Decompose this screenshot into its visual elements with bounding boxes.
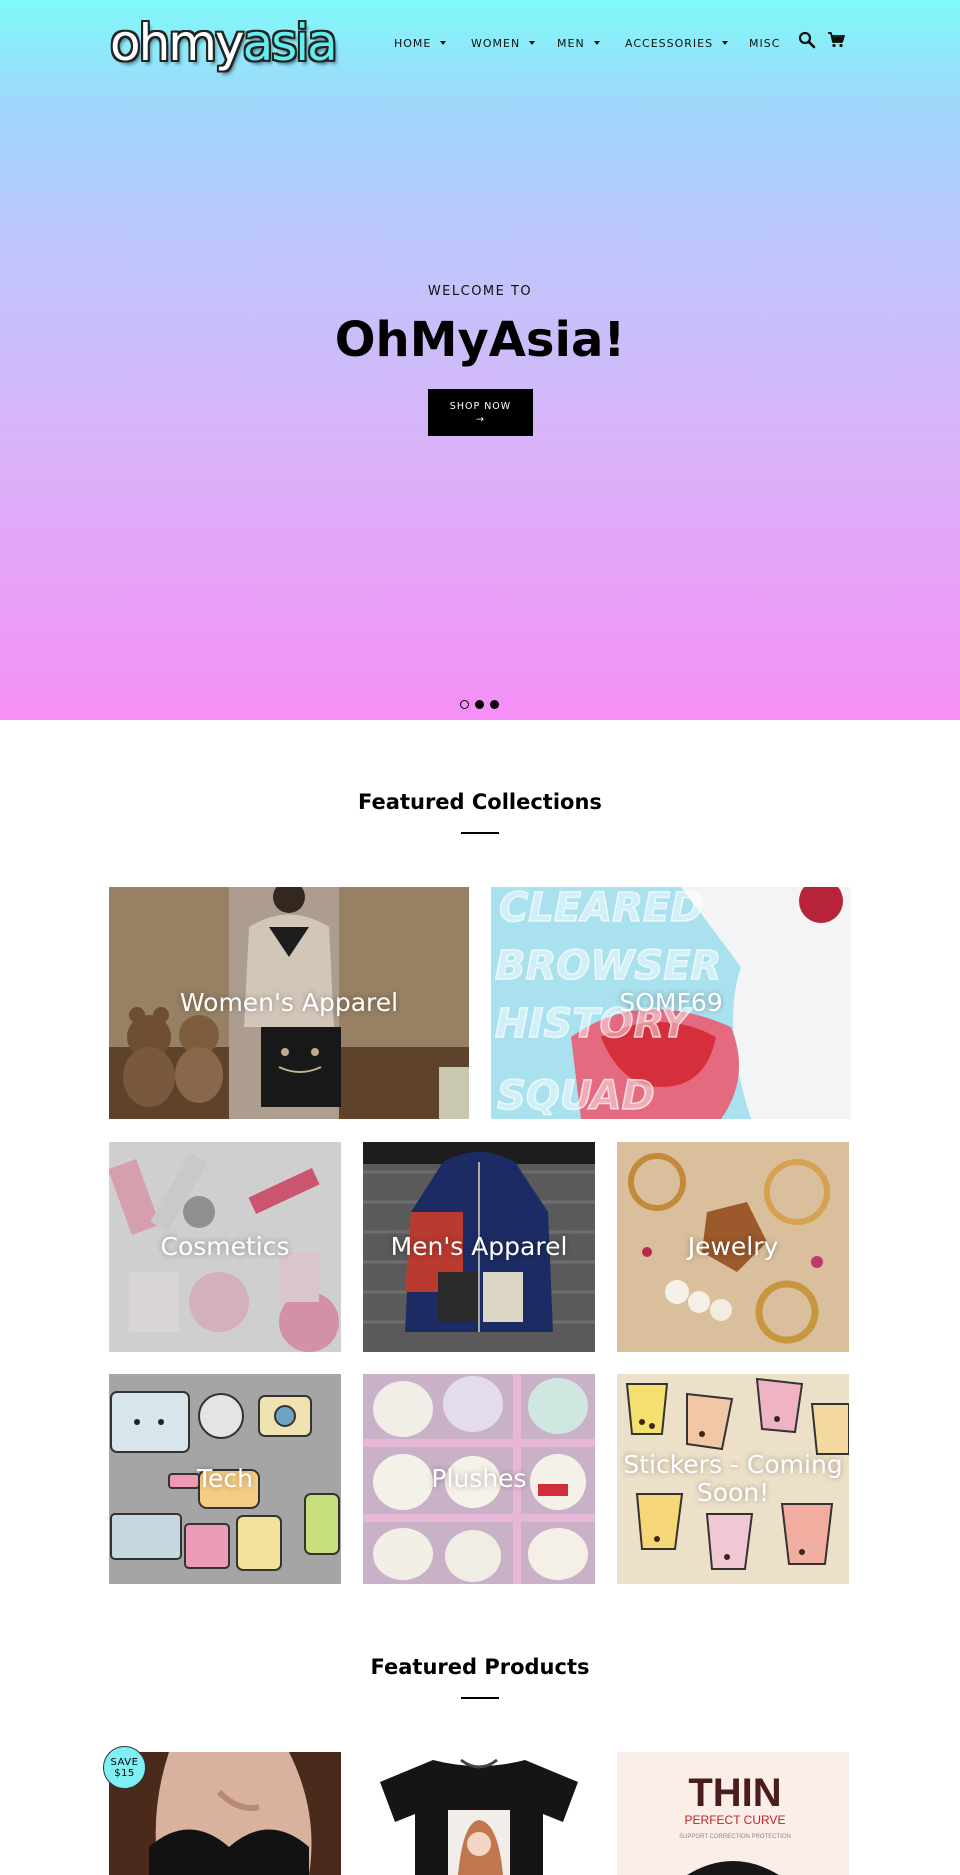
collection-label: Plushes	[431, 1464, 527, 1493]
chevron-down-icon	[593, 41, 600, 45]
save-badge: SAVE $15	[103, 1746, 146, 1789]
product-card-3[interactable]: THIN PERFECT CURVE SUPPORT CORRECTION PR…	[617, 1752, 849, 1875]
collection-label: Women's Apparel	[179, 988, 399, 1017]
collection-plushes[interactable]: Plushes	[363, 1374, 595, 1584]
collection-label: SOMF69	[619, 988, 723, 1017]
product-image-text: PERFECT CURVE	[685, 1813, 786, 1827]
product-image-text: SUPPORT CORRECTION PROTECTION	[679, 1834, 791, 1840]
collection-label: Cosmetics	[160, 1232, 290, 1261]
nav-men[interactable]: MEN	[557, 37, 600, 50]
nav-home[interactable]: HOME	[394, 36, 447, 50]
nav-men-label: MEN	[557, 36, 585, 50]
nav-accessories[interactable]: ACCESSORIES	[625, 36, 729, 50]
product-image: THIN PERFECT CURVE SUPPORT CORRECTION PR…	[617, 1752, 849, 1875]
slide-dot-1[interactable]	[460, 700, 469, 709]
nav-women-label: WOMEN	[471, 36, 521, 50]
nav-women[interactable]: WOMEN	[471, 36, 536, 50]
logo-text-asia: asia	[242, 14, 338, 72]
collection-label: Men's Apparel	[390, 1232, 568, 1261]
collection-label: Jewelry	[687, 1232, 779, 1261]
chevron-down-icon	[440, 41, 447, 45]
collection-label: Stickers - Coming Soon!	[623, 1450, 843, 1507]
slide-dot-2[interactable]	[475, 700, 484, 709]
collection-jewelry[interactable]: Jewelry	[617, 1142, 849, 1352]
collection-cosmetics[interactable]: Cosmetics	[109, 1142, 341, 1352]
cart-icon[interactable]	[827, 31, 845, 49]
collection-tech[interactable]: Tech	[109, 1374, 341, 1584]
slide-dot-3[interactable]	[490, 700, 499, 709]
featured-products-title: Featured Products	[370, 1655, 590, 1679]
image-text: BROWSER	[495, 943, 721, 989]
arrow-right-icon: →	[476, 414, 485, 425]
nav-accessories-label: ACCESSORIES	[625, 36, 714, 50]
featured-collections-title: Featured Collections	[358, 790, 602, 814]
nav-misc[interactable]: MISC	[749, 37, 780, 50]
shop-now-button[interactable]: SHOP NOW →	[428, 389, 533, 436]
image-text: SQUAD	[497, 1073, 655, 1119]
slide-dots	[460, 700, 499, 709]
collection-stickers[interactable]: Stickers - Coming Soon!	[617, 1374, 849, 1584]
save-badge-amount: $15	[114, 1768, 135, 1779]
save-badge-text: SAVE	[110, 1757, 139, 1768]
search-icon[interactable]	[798, 31, 816, 49]
product-image-text: THIN	[688, 1771, 781, 1815]
logo[interactable]: ohmyasia	[110, 12, 338, 74]
collection-somf69[interactable]: CLEARED BROWSER HISTORY SQUAD SOMF69	[491, 887, 851, 1119]
hero-subtitle: WELCOME TO	[427, 284, 533, 299]
image-text: CLEARED	[499, 887, 703, 931]
nav-home-label: HOME	[394, 36, 432, 50]
shop-now-label: SHOP NOW	[449, 401, 512, 412]
section-divider	[461, 1697, 499, 1699]
collection-mens-apparel[interactable]: Men's Apparel	[363, 1142, 595, 1352]
section-divider	[461, 832, 499, 834]
collection-label: Tech	[197, 1464, 253, 1493]
chevron-down-icon	[722, 41, 729, 45]
collection-womens-apparel[interactable]: Women's Apparel	[109, 887, 469, 1119]
nav-misc-label: MISC	[749, 36, 781, 50]
logo-text-ohmy: ohmy	[110, 14, 245, 72]
chevron-down-icon	[529, 41, 536, 45]
hero-banner: ohmyasia HOME WOMEN MEN ACCESSORIES MISC…	[0, 0, 960, 720]
hero-title: OhMyAsia!	[334, 312, 626, 368]
product-image	[363, 1752, 595, 1875]
product-card-2[interactable]	[363, 1752, 595, 1875]
